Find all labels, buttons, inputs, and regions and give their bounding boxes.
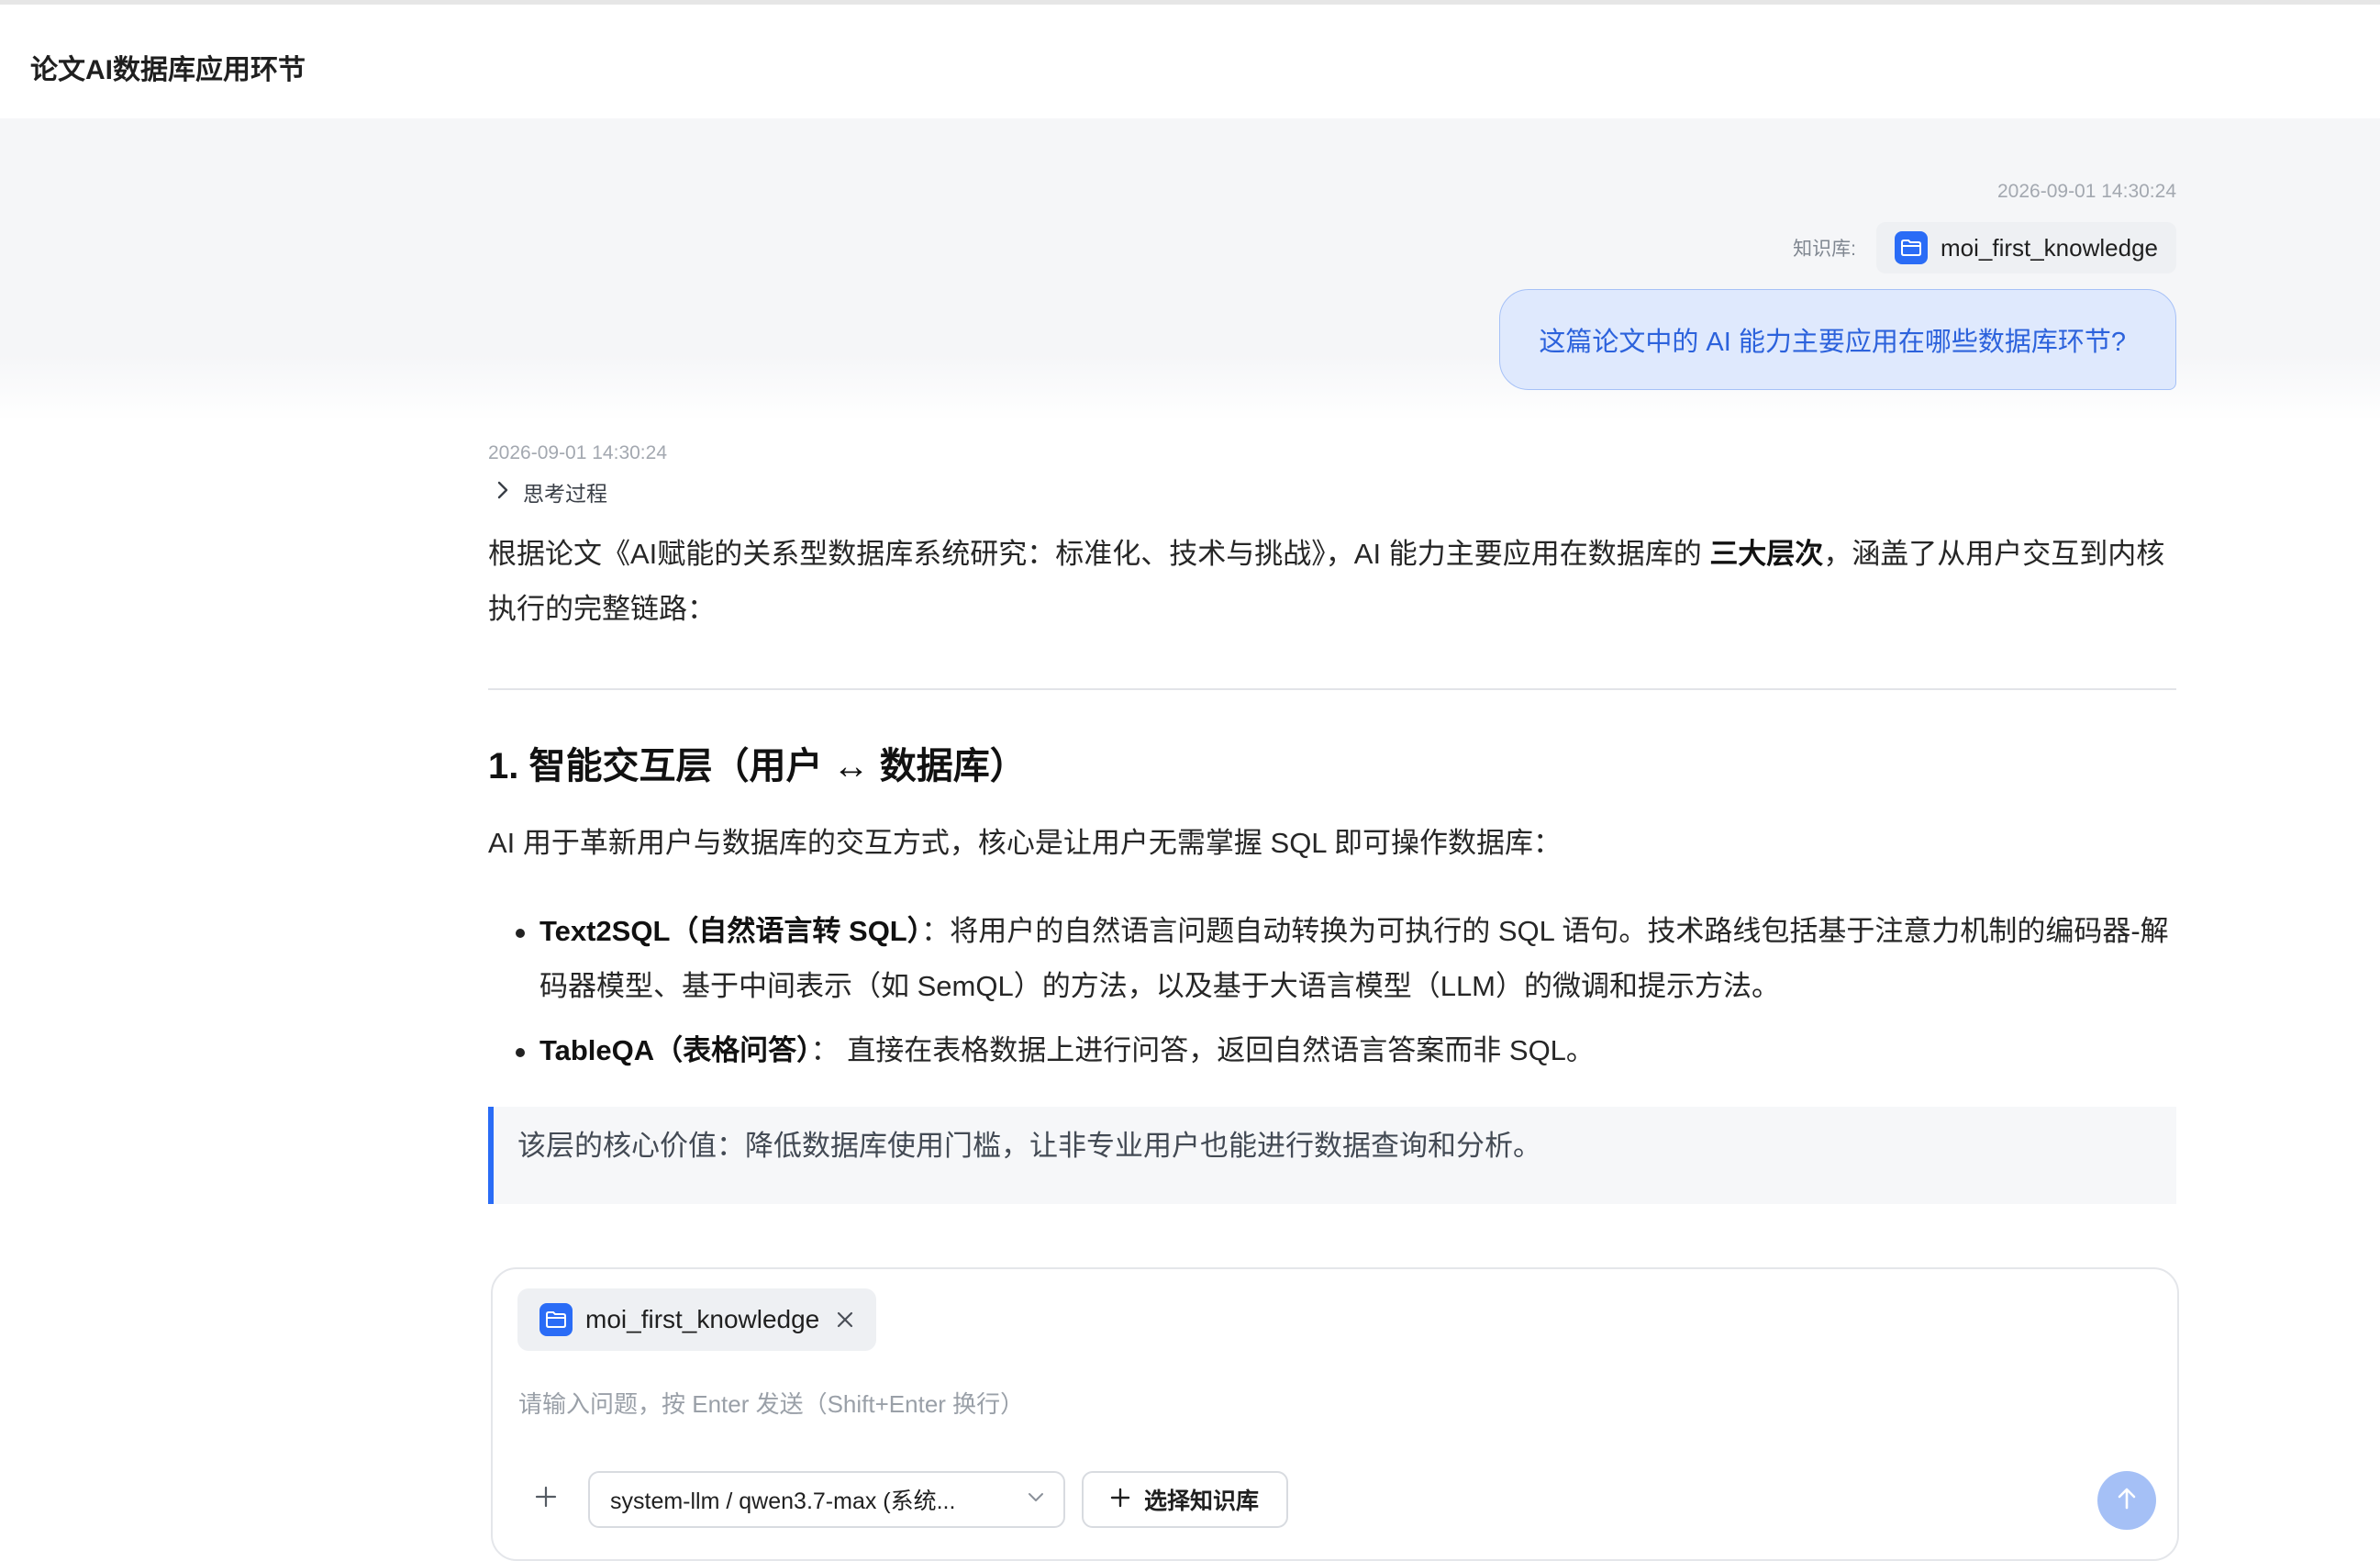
plus-icon [1109,1487,1131,1513]
blockquote-text: 该层的核心价值：降低数据库使用门槛，让非专业用户也能进行数据查询和分析。 [517,1130,1541,1162]
list-item: TableQA（表格问答）： 直接在表格数据上进行问答，返回自然语言答案而非 S… [488,1023,2176,1078]
user-message-text: 这篇论文中的 AI 能力主要应用在哪些数据库环节? [1539,328,2126,357]
arrow-up-icon [2115,1486,2139,1516]
user-message-knowledge-base: 知识库: moi_first_knowledge [1793,222,2176,273]
ai-message-timestamp: 2026-09-01 14:30:24 [488,442,667,463]
thinking-label: 思考过程 [523,482,607,506]
folder-icon [539,1303,573,1336]
folder-icon [1894,231,1928,264]
bullet-dot [516,929,525,938]
send-button[interactable] [2097,1471,2156,1530]
user-message-bubble: 这篇论文中的 AI 能力主要应用在哪些数据库环节? [1499,289,2176,390]
kb-name: moi_first_knowledge [1940,233,2158,262]
ai-intro-paragraph: 根据论文《AI赋能的关系型数据库系统研究：标准化、技术与挑战》，AI 能力主要应… [488,527,2176,637]
question-input[interactable] [518,1390,2078,1419]
plus-icon [534,1485,558,1513]
section-divider [488,688,2176,690]
section-heading: 1. 智能交互层（用户 ↔ 数据库） [488,746,1027,786]
blockquote: 该层的核心价值：降低数据库使用门槛，让非专业用户也能进行数据查询和分析。 [488,1107,2176,1204]
thinking-toggle[interactable]: 思考过程 [495,476,607,507]
list-item-title: TableQA（表格问答） [539,1034,811,1066]
selected-kb-name: moi_first_knowledge [585,1305,820,1333]
selected-kb-chip: moi_first_knowledge [517,1288,877,1351]
model-select-value: system-llm / qwen3.7-max (系统... [610,1489,956,1514]
kb-chip: moi_first_knowledge [1875,222,2176,273]
attach-button[interactable] [528,1480,564,1517]
section-description: AI 用于革新用户与数据库的交互方式，核心是让用户无需掌握 SQL 即可操作数据… [488,827,1563,859]
kb-label: 知识库: [1793,239,1856,260]
chat-header: 论文AI数据库应用环节 [0,5,2380,118]
intro-text-pre: 根据论文《AI赋能的关系型数据库系统研究：标准化、技术与挑战》，AI 能力主要应… [488,538,1710,570]
close-icon[interactable] [836,1310,854,1329]
intro-text-bold: 三大层次 [1709,538,1824,570]
conversation-title: 论文AI数据库应用环节 [30,55,306,85]
select-kb-label: 选择知识库 [1144,1489,1260,1514]
chevron-right-icon [495,480,510,505]
list-item-text: ： 直接在表格数据上进行问答，返回自然语言答案而非 SQL。 [810,1034,1595,1066]
list-item: Text2SQL（自然语言转 SQL）：将用户的自然语言问题自动转换为可执行的 … [488,904,2176,1014]
list-item-title: Text2SQL（自然语言转 SQL） [539,915,922,947]
chevron-down-icon [1027,1491,1045,1509]
model-select[interactable]: system-llm / qwen3.7-max (系统... [588,1471,1065,1528]
bullet-dot [516,1048,525,1057]
select-kb-button[interactable]: 选择知识库 [1082,1471,1289,1528]
bullet-list: Text2SQL（自然语言转 SQL）：将用户的自然语言问题自动转换为可执行的 … [488,904,2176,1087]
user-message-timestamp: 2026-09-01 14:30:24 [1997,181,2176,202]
message-composer: moi_first_knowledge system-llm / qwen3.7… [491,1267,2179,1561]
